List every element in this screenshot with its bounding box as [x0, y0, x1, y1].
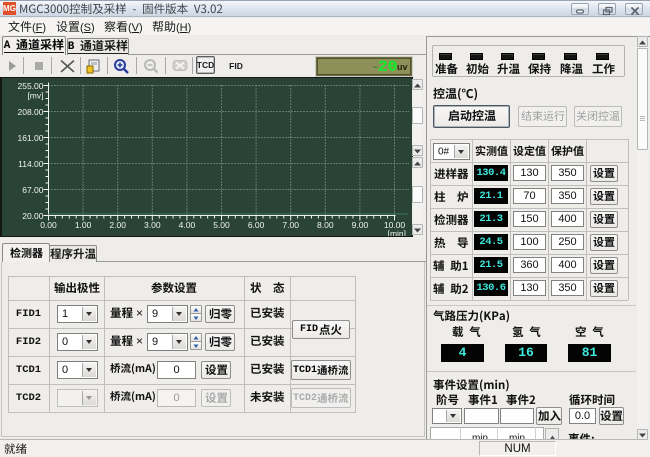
- svg-text:5.00: 5.00: [213, 220, 230, 230]
- svg-text:3.00: 3.00: [144, 220, 161, 230]
- svg-text:114.00: 114.00: [18, 159, 44, 169]
- svg-text:[mv]: [mv]: [27, 90, 43, 100]
- svg-text:7.00: 7.00: [282, 220, 299, 230]
- svg-text:6.00: 6.00: [248, 220, 265, 230]
- svg-text:4.00: 4.00: [179, 220, 196, 230]
- svg-text:67.00: 67.00: [22, 185, 44, 195]
- svg-text:208.00: 208.00: [18, 107, 44, 117]
- svg-text:8.00: 8.00: [317, 220, 334, 230]
- svg-text:161.00: 161.00: [18, 133, 44, 143]
- svg-text:0.00: 0.00: [40, 220, 57, 230]
- svg-text:1.00: 1.00: [75, 220, 92, 230]
- svg-text:9.00: 9.00: [352, 220, 369, 230]
- svg-text:2.00: 2.00: [109, 220, 126, 230]
- svg-text:[min]: [min]: [388, 229, 406, 237]
